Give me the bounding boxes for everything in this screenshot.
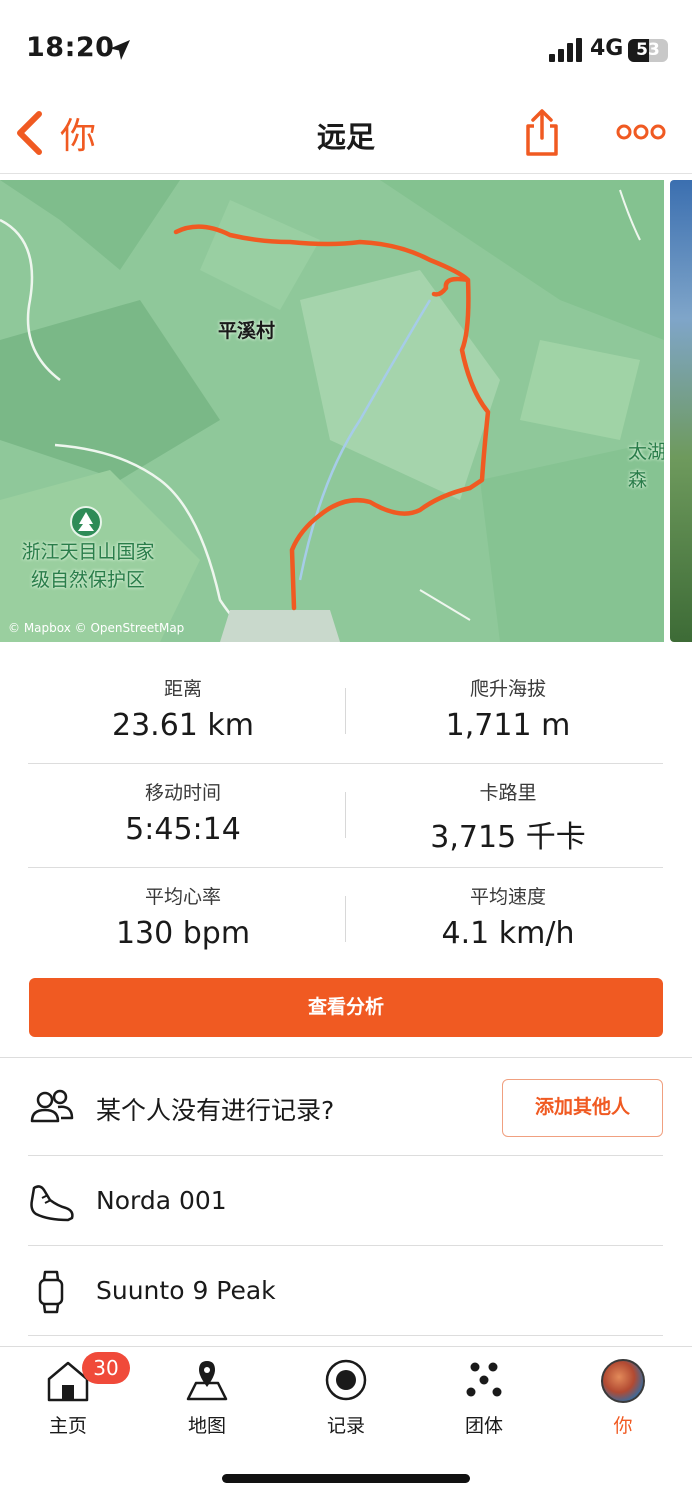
record-icon <box>325 1359 367 1401</box>
map-attribution: © Mapbox © OpenStreetMap <box>8 621 185 635</box>
status-bar: 18:20 4G 53 <box>0 0 692 100</box>
tab-label: 主页 <box>48 1415 87 1437</box>
page-title: 远足 <box>316 120 375 154</box>
stat-value: 5:45:14 <box>125 812 241 847</box>
view-analysis-button[interactable]: 查看分析 <box>29 978 663 1037</box>
watch-icon <box>38 1270 64 1314</box>
location-arrow-icon <box>110 40 130 60</box>
add-others-row: 某个人没有进行记录? 添加其他人 <box>28 1057 663 1156</box>
stat-value: 3,715 千卡 <box>430 820 586 855</box>
shoe-icon <box>30 1185 74 1222</box>
stat-label: 平均心率 <box>144 886 221 908</box>
battery-level: 53 <box>636 40 660 60</box>
stat-heart-rate: 平均心率 130 bpm <box>28 882 338 951</box>
map-label-reserve: 浙江天目山国家 级自然保护区 <box>8 538 168 594</box>
watch-name: Suunto 9 Peak <box>96 1276 276 1305</box>
route-map[interactable]: 平溪村 浙江天目山国家 级自然保护区 太湖 森 © Mapbox © OpenS… <box>0 180 664 642</box>
tab-label: 团体 <box>464 1415 503 1437</box>
stat-label: 平均速度 <box>469 886 546 908</box>
map-label-edge: 太湖 森 <box>628 438 664 494</box>
stat-elevation: 爬升海拔 1,711 m <box>353 674 663 743</box>
stat-label: 距离 <box>163 678 202 700</box>
share-icon[interactable] <box>522 108 562 158</box>
groups-icon <box>466 1362 502 1397</box>
map-pin-icon <box>186 1361 228 1401</box>
tab-maps[interactable]: 地图 <box>157 1357 257 1447</box>
map-label-edge-line2: 森 <box>628 469 648 491</box>
tab-record[interactable]: 记录 <box>296 1357 396 1447</box>
more-icon[interactable] <box>616 122 666 142</box>
stat-calories: 卡路里 3,715 千卡 <box>353 778 663 856</box>
stat-moving-time: 移动时间 5:45:14 <box>28 778 338 847</box>
status-time: 18:20 <box>26 32 115 63</box>
gear-shoes-row[interactable]: Norda 001 <box>28 1156 663 1246</box>
stat-row: 距离 23.61 km 爬升海拔 1,711 m <box>28 660 663 764</box>
stat-label: 爬升海拔 <box>469 678 546 700</box>
battery-icon: 53 <box>628 39 668 62</box>
network-type: 4G <box>590 36 624 61</box>
shoes-name: Norda 001 <box>96 1186 227 1215</box>
stat-value: 130 bpm <box>115 916 251 951</box>
map-label-village: 平溪村 <box>218 320 276 342</box>
stat-value: 1,711 m <box>445 708 571 743</box>
stat-label: 卡路里 <box>479 782 537 804</box>
stat-row: 移动时间 5:45:14 卡路里 3,715 千卡 <box>28 764 663 868</box>
stat-value: 4.1 km/h <box>441 916 575 951</box>
tab-label: 地图 <box>187 1415 226 1437</box>
nav-bar: 你 远足 <box>0 100 692 174</box>
tab-you[interactable]: 你 <box>573 1357 673 1447</box>
map-label-edge-line1: 太湖 <box>628 441 664 463</box>
park-icon <box>70 506 102 538</box>
notification-badge: 30 <box>82 1352 130 1384</box>
tab-label: 你 <box>613 1415 633 1437</box>
stat-divider <box>345 688 346 734</box>
tab-groups[interactable]: 团体 <box>434 1357 534 1447</box>
people-icon <box>30 1089 74 1123</box>
gear-watch-row[interactable]: Suunto 9 Peak <box>28 1246 663 1336</box>
map-label-reserve-line1: 浙江天目山国家 <box>21 541 155 563</box>
add-others-text: 某个人没有进行记录? <box>96 1096 335 1125</box>
stat-distance: 距离 23.61 km <box>28 674 338 743</box>
signal-icon <box>549 38 582 62</box>
activity-stats: 距离 23.61 km 爬升海拔 1,711 m 移动时间 5:45:14 卡路… <box>28 660 663 972</box>
add-others-button[interactable]: 添加其他人 <box>502 1079 663 1137</box>
photo-thumbnail[interactable] <box>670 180 692 642</box>
map-label-reserve-line2: 级自然保护区 <box>30 569 145 591</box>
home-indicator <box>222 1474 470 1483</box>
avatar <box>601 1359 645 1403</box>
stat-value: 23.61 km <box>111 708 255 743</box>
tab-label: 记录 <box>326 1415 365 1437</box>
stat-divider <box>345 896 346 942</box>
stat-row: 平均心率 130 bpm 平均速度 4.1 km/h <box>28 868 663 972</box>
stat-avg-speed: 平均速度 4.1 km/h <box>353 882 663 951</box>
stat-divider <box>345 792 346 838</box>
stat-label: 移动时间 <box>144 782 221 804</box>
